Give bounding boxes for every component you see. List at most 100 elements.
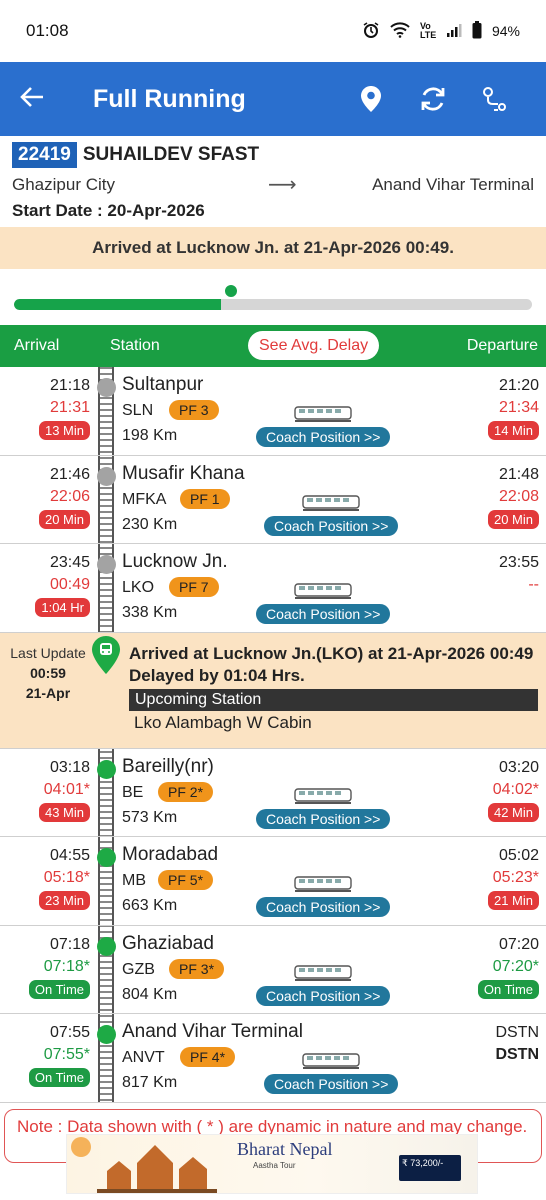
platform-badge: PF 7 [169, 577, 219, 597]
train-header: 22419 SUHAILDEV SFAST Ghazipur City ⟶ An… [0, 136, 546, 221]
arrival-scheduled: 07:18 [49, 935, 90, 953]
status-time: 01:08 [26, 21, 69, 40]
arrival-actual: 04:01* [43, 780, 90, 798]
departure-actual: 05:23* [492, 869, 539, 886]
see-avg-delay-button[interactable]: See Avg. Delay [248, 331, 380, 360]
station-name: Moradabad [122, 844, 219, 865]
departure-scheduled: 21:20 [498, 377, 539, 394]
last-update: Last Update 00:59 21-Apr [0, 643, 96, 703]
station-dot-icon [97, 936, 116, 956]
station-dot-icon [97, 1025, 116, 1044]
volte-icon: Vo LTE [419, 21, 437, 40]
coach-position-button[interactable]: Coach Position >> [256, 985, 391, 1006]
station-row[interactable]: 07:18 07:18* On Time Ghaziabad GZB PF 3* 804 K… [0, 926, 546, 1014]
departure-delay-badge: 20 Min [487, 509, 539, 529]
status-bar: 01:08 Vo LTE 94% [0, 0, 546, 62]
departure-actual: -- [528, 576, 539, 593]
departure-delay-badge: 14 Min [487, 421, 539, 440]
battery-level: 94% [491, 23, 520, 39]
station-dot-icon [97, 848, 116, 867]
station-row[interactable]: 21:46 22:06 20 Min Musafir Khana MFKA PF 1 230… [0, 456, 546, 544]
arrival-status-banner: Arrived at Lucknow Jn. at 21-Apr-2026 00… [0, 227, 546, 269]
wifi-icon [390, 21, 410, 41]
train-marker-icon [222, 283, 239, 299]
upcoming-station: Lko Alambagh W Cabin [134, 712, 312, 732]
departure-delay-badge: 42 Min [487, 802, 539, 822]
arrival-delay-badge: 43 Min [38, 802, 90, 822]
station-code: ANVT [122, 1049, 165, 1066]
back-arrow-icon[interactable] [20, 82, 60, 116]
departure-scheduled: 23:55 [498, 554, 539, 571]
station-distance: 230 Km [122, 515, 178, 533]
coach-position-button[interactable]: Coach Position >> [256, 604, 391, 624]
station-distance: 663 Km [122, 897, 178, 914]
platform-badge: PF 5* [158, 870, 214, 890]
advertisement-banner[interactable]: Bharat Nepal Aastha Tour ₹ 73,200/- [66, 1134, 478, 1194]
arrival-delay-badge: On Time [28, 979, 90, 999]
departure-scheduled: 05:02 [498, 847, 539, 864]
departure-scheduled: 21:48 [498, 465, 539, 483]
coach-position-button[interactable]: Coach Position >> [264, 515, 399, 536]
arrival-delay-badge: 13 Min [38, 421, 90, 440]
coach-position-button[interactable]: Coach Position >> [264, 1074, 399, 1094]
departure-scheduled: DSTN [495, 1024, 539, 1041]
route-icon[interactable] [464, 85, 526, 113]
coach-position-button[interactable]: Coach Position >> [256, 897, 391, 917]
station-code: MFKA [122, 490, 167, 508]
station-dot-icon [97, 378, 116, 397]
station-row[interactable]: 07:55 07:55* On Time Anand Vihar Terminal AN… [0, 1014, 546, 1103]
arrival-scheduled: 04:55 [49, 847, 90, 864]
train-coach-icon [294, 964, 352, 987]
train-coach-icon [302, 1052, 360, 1075]
departure-header: Departure [466, 337, 538, 354]
station-distance: 573 Km [122, 808, 178, 826]
origin-station: Ghazipur City [12, 174, 115, 194]
station-row[interactable]: 04:55 05:18* 23 Min Moradabad MB PF 5* 663 Km C… [0, 837, 546, 926]
temple-image [97, 1141, 217, 1193]
destination-station: Anand Vihar Terminal [372, 174, 534, 194]
train-number: 22419 [12, 142, 77, 168]
location-pin-icon[interactable] [340, 85, 402, 113]
column-header: Arrival Station See Avg. Delay Departure [0, 325, 546, 367]
train-name: SUHAILDEV SFAST [82, 144, 260, 165]
station-name: Musafir Khana [122, 462, 245, 484]
station-row[interactable]: 23:45 00:49 1:04 Hr Lucknow Jn. LKO PF 7 338 K… [0, 544, 546, 633]
departure-scheduled: 03:20 [498, 758, 539, 776]
station-distance: 804 Km [122, 985, 178, 1003]
station-code: MB [122, 872, 146, 889]
app-bar: Full Running [0, 62, 546, 136]
station-row[interactable]: 21:18 21:31 13 Min Sultanpur SLN PF 3 198 Km Co… [0, 367, 546, 456]
coach-position-button[interactable]: Coach Position >> [256, 808, 391, 829]
arrival-scheduled: 21:46 [49, 465, 90, 483]
train-coach-icon [294, 405, 352, 428]
right-arrow-icon: ⟶ [268, 174, 297, 196]
coach-position-button[interactable]: Coach Position >> [256, 427, 391, 447]
refresh-icon[interactable] [402, 85, 464, 113]
departure-actual: DSTN [495, 1046, 539, 1063]
battery-icon [472, 20, 482, 42]
arrival-actual: 22:06 [49, 487, 90, 505]
station-code: BE [122, 783, 144, 801]
train-coach-icon [294, 787, 352, 810]
arrival-delay-badge: 20 Min [38, 509, 90, 529]
station-name: Lucknow Jn. [122, 551, 228, 572]
train-coach-icon [294, 582, 352, 605]
station-distance: 817 Km [122, 1074, 178, 1091]
arrival-scheduled: 07:55 [49, 1024, 90, 1041]
departure-actual: 07:20* [492, 957, 539, 975]
platform-badge: PF 3* [169, 958, 225, 979]
station-list: 21:18 21:31 13 Min Sultanpur SLN PF 3 198 Km Co… [0, 367, 546, 1103]
arrival-actual: 05:18* [43, 869, 90, 886]
progress-track [14, 299, 532, 310]
arrival-header: Arrival [14, 337, 60, 354]
station-row[interactable]: 03:18 04:01* 43 Min Bareilly(nr) BE PF 2* 573 … [0, 749, 546, 837]
arrival-delay-badge: 1:04 Hr [35, 598, 90, 617]
station-dot-icon [97, 759, 116, 779]
ad-price: ₹ 73,200/- [399, 1155, 461, 1181]
train-location-icon [91, 635, 121, 680]
platform-badge: PF 3 [169, 400, 219, 420]
departure-delay-badge: On Time [477, 979, 539, 999]
platform-badge: PF 4* [180, 1047, 236, 1067]
last-update-time: 00:59 [30, 664, 66, 681]
station-name: Anand Vihar Terminal [122, 1021, 303, 1042]
